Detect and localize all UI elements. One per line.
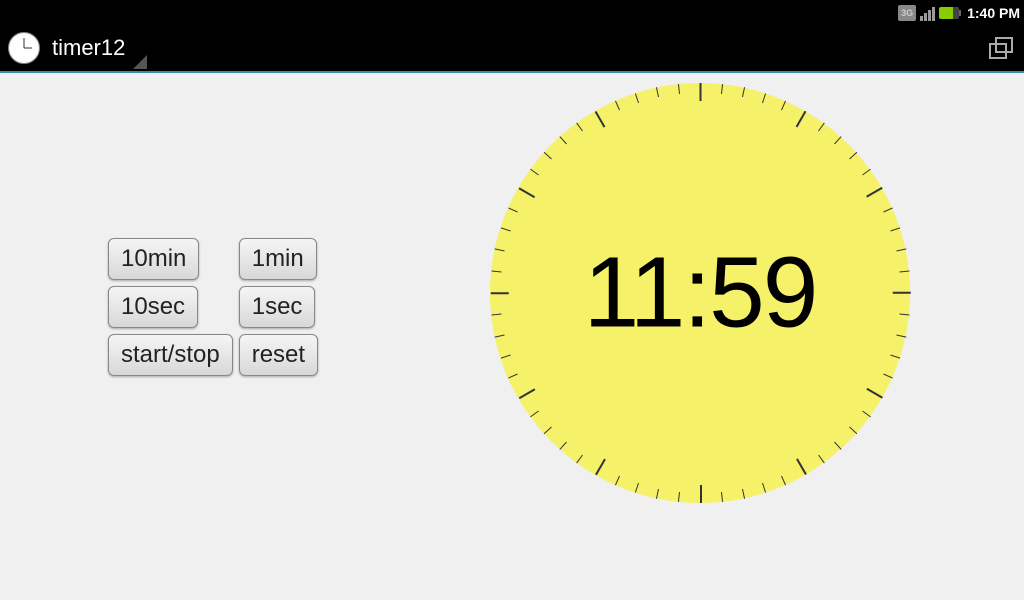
clock-tick [700, 485, 702, 503]
clock-tick [491, 292, 509, 294]
clock-tick [544, 426, 552, 433]
clock-tick [883, 374, 893, 379]
clock-tick [896, 249, 906, 252]
clock-tick [762, 483, 766, 493]
clock-tick [834, 441, 841, 449]
clock-tick [544, 152, 552, 159]
button-grid: 10min 1min 10sec 1sec start/stop reset [108, 238, 318, 376]
clock-tick [577, 455, 584, 464]
reset-button[interactable]: reset [239, 334, 318, 376]
clock-tick [896, 334, 906, 337]
clock-tick [721, 492, 723, 502]
clock-tick [495, 334, 505, 337]
clock-tick [678, 492, 680, 502]
clock-tick [595, 111, 605, 127]
clock-container: 11:59 [490, 83, 910, 503]
clock-tick [501, 228, 511, 232]
start-stop-button[interactable]: start/stop [108, 334, 233, 376]
clock-tick [862, 169, 871, 176]
status-bar: 3G 1:40 PM [0, 0, 1024, 25]
clock-tick [762, 93, 766, 103]
clock-tick [678, 84, 680, 94]
clock-tick [530, 410, 539, 417]
clock-tick [501, 354, 511, 358]
clock-tick [492, 271, 502, 273]
clock-tick [742, 489, 745, 499]
clock-tick [721, 84, 723, 94]
clock-tick [893, 292, 911, 294]
clock-tick [781, 101, 786, 111]
clock-tick [899, 313, 909, 315]
signal-icon [920, 5, 935, 21]
clock-tick [867, 187, 883, 197]
clock-tick [834, 137, 841, 145]
clock-tick [530, 169, 539, 176]
clock-tick [560, 137, 567, 145]
clock-tick [899, 271, 909, 273]
app-title[interactable]: timer12 [52, 35, 125, 61]
clock-tick [742, 87, 745, 97]
clock-tick [700, 83, 702, 101]
clock-tick [891, 354, 901, 358]
battery-icon [939, 7, 959, 19]
clock-tick [615, 475, 620, 485]
one-min-button[interactable]: 1min [239, 238, 317, 280]
dropdown-indicator-icon[interactable] [133, 55, 147, 69]
clock-tick [635, 483, 639, 493]
clock-tick [656, 489, 659, 499]
clock-tick [862, 410, 871, 417]
clock-tick [849, 152, 857, 159]
clock-tick [891, 228, 901, 232]
timer-display: 11:59 [584, 236, 817, 351]
one-sec-button[interactable]: 1sec [239, 286, 316, 328]
clock-tick [492, 313, 502, 315]
clock-tick [577, 123, 584, 132]
clock-tick [508, 374, 518, 379]
ten-min-button[interactable]: 10min [108, 238, 199, 280]
network-3g-icon: 3G [898, 5, 916, 21]
clock-tick [883, 207, 893, 212]
clock-tick [818, 455, 825, 464]
clock-tick [495, 249, 505, 252]
clock-tick [796, 459, 806, 475]
clock-face: 11:59 [490, 83, 910, 503]
clock-tick [818, 123, 825, 132]
app-bar: timer12 [0, 25, 1024, 73]
clock-tick [519, 187, 535, 197]
clock-tick [615, 101, 620, 111]
clock-tick [656, 87, 659, 97]
clock-tick [849, 426, 857, 433]
main-content: 10min 1min 10sec 1sec start/stop reset 1… [0, 73, 1024, 600]
clock-tick [635, 93, 639, 103]
clock-tick [781, 475, 786, 485]
ten-sec-button[interactable]: 10sec [108, 286, 198, 328]
clock-tick [796, 111, 806, 127]
clock-app-icon [8, 32, 40, 64]
clock-tick [508, 207, 518, 212]
clock-tick [519, 388, 535, 398]
clock-tick [867, 388, 883, 398]
window-resize-icon[interactable] [988, 36, 1016, 60]
clock-tick [560, 441, 567, 449]
clock-tick [595, 459, 605, 475]
status-time: 1:40 PM [967, 5, 1020, 21]
